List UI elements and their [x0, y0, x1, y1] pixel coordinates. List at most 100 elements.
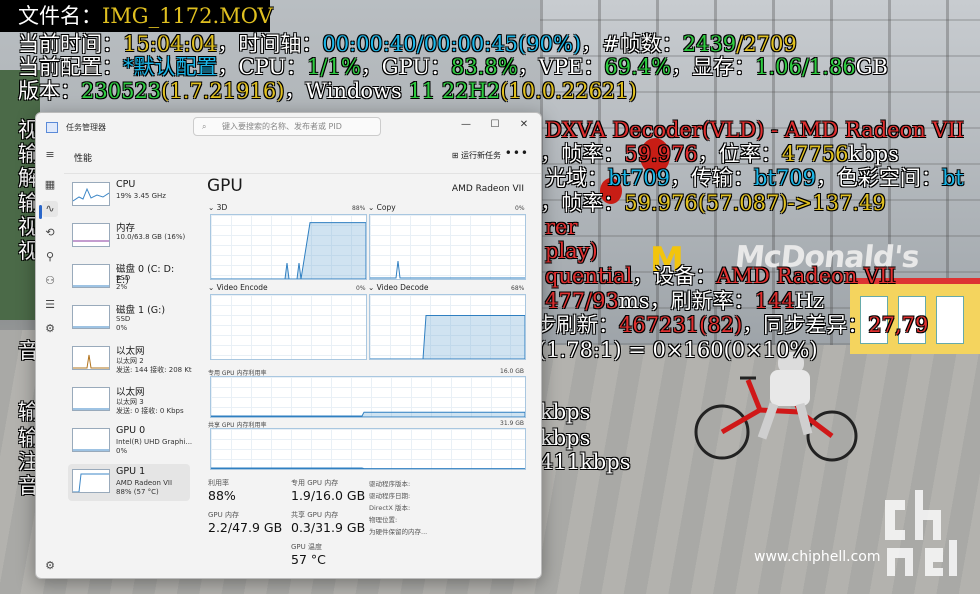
task-manager-icon [46, 122, 58, 133]
shared-gpu-memory-label: 共享 GPU 内存 [291, 511, 339, 519]
close-button[interactable]: ✕ [511, 116, 537, 134]
menu-icon[interactable]: ≡ [42, 147, 58, 163]
mini-graph [72, 387, 110, 411]
usage-line [370, 260, 525, 279]
shared-memory-max: 31.9 GB [500, 420, 525, 427]
osd-display: play) [545, 239, 598, 263]
osd-color-info: 光域：bt709，传输：bt709，色彩空间：bt [545, 166, 964, 190]
item-detail: 发送: 144 接收: 208 Kt [116, 366, 192, 374]
osd-latency: 477/93ms，刷新率：144Hz [545, 289, 825, 313]
chiphell-logo [885, 490, 957, 576]
performance-icon[interactable]: ∿ [42, 201, 58, 217]
osd-aspect: (1.78:1) = 0×160(0×10%) [538, 338, 818, 362]
resource-cpu[interactable]: CPU 19% 3.45 GHz [68, 177, 190, 214]
gpu-memory-value: 2.2/47.9 GB [208, 520, 283, 535]
graph-copy [369, 214, 526, 280]
shared-gpu-memory-value: 0.3/31.9 GB [291, 520, 366, 535]
graph-dedicated-memory [210, 376, 526, 418]
resource-ethernet-2[interactable]: 以太网 以太网 2 发送: 144 接收: 208 Kt [68, 341, 192, 378]
engine-selector-copy[interactable]: ⌄ Copy [368, 203, 396, 212]
item-subtitle: SSD [116, 274, 131, 282]
item-title: CPU [116, 179, 136, 190]
app-history-icon[interactable]: ⟲ [42, 225, 58, 241]
item-detail: 0% [116, 447, 128, 455]
title-bar[interactable]: 任务管理器 ⌕ 键入要搜索的名称、发布者或 PID — ☐ ✕ [36, 113, 541, 141]
item-title: 磁盘 1 (G:) [116, 305, 166, 316]
item-title: 内存 [116, 223, 136, 234]
search-input[interactable]: ⌕ 键入要搜索的名称、发布者或 PID [193, 117, 381, 136]
dedicated-memory-max: 16.0 GB [500, 368, 525, 375]
osd-config-line: 当前配置：*默认配置，CPU：1/1%，GPU：83.8%，VPE：69.4%，… [18, 55, 888, 79]
resource-disk-1[interactable]: 磁盘 1 (G:) SSD 0% [68, 300, 190, 337]
osd-audio-bitrate-2: kbps [540, 426, 591, 450]
sidebar: ≡ ▦ ∿ ⟲ ⚲ ⚇ ☰ ⚙ ⚙ [36, 141, 64, 578]
item-subtitle: 10.0/63.8 GB (16%) [116, 233, 186, 241]
driver-version-label: 驱动程序版本: [369, 480, 411, 488]
item-detail: 2% [116, 283, 128, 291]
mini-graph [72, 346, 110, 370]
selection-indicator [39, 205, 42, 219]
item-title: 以太网 [116, 346, 145, 357]
resource-list: CPU 19% 3.45 GHz 内存 10.0/63.8 GB (16%) 磁盘 0 … [66, 175, 193, 578]
osd-version-line: 版本：230523(1.7.21916)，Windows 11 22H2(10.… [18, 79, 637, 103]
usage-area [211, 222, 366, 279]
item-subtitle: SSD [116, 315, 131, 323]
gpu-memory-label: GPU 内存 [208, 511, 239, 519]
gpu-detail-panel: GPU AMD Radeon VII ⌄ 3D 88% ⌄ Copy 0% ⌄ … [206, 175, 528, 578]
mini-graph [72, 428, 110, 452]
maximize-button[interactable]: ☐ [482, 116, 508, 134]
dedicated-gpu-memory-value: 1.9/16.0 GB [291, 488, 366, 503]
osd-file-label: 文件名： [18, 4, 102, 28]
engine-pct-3d: 88% [352, 205, 366, 212]
processes-icon[interactable]: ▦ [42, 177, 58, 193]
services-icon[interactable]: ⚙ [42, 321, 58, 337]
item-detail: 0% [116, 324, 128, 332]
osd-device: quential，设备：AMD Radeon VII [545, 264, 896, 288]
engine-selector-video-decode[interactable]: ⌄ Video Decode [368, 283, 429, 292]
osd-file-bar: 文件名：IMG_1172.MOV [0, 0, 273, 32]
run-task-label: 运行新任务 [461, 151, 501, 160]
users-icon[interactable]: ⚇ [42, 273, 58, 289]
resource-memory[interactable]: 内存 10.0/63.8 GB (16%) [68, 218, 190, 255]
settings-icon[interactable]: ⚙ [42, 558, 58, 574]
graph-video-encode [210, 294, 367, 360]
usage-area [211, 411, 525, 417]
osd-audio-bitrate-1: kbps [540, 400, 591, 424]
page-header: 性能 ⊞ 运行新任务 ••• [64, 141, 541, 174]
osd-fps-bitrate: )，帧率：59.976，位率：47756kbps [532, 142, 899, 166]
item-title: GPU 1 [116, 466, 146, 477]
startup-icon[interactable]: ⚲ [42, 249, 58, 265]
usage-area [211, 467, 525, 469]
item-subtitle: AMD Radeon VII [116, 479, 173, 487]
details-icon[interactable]: ☰ [42, 297, 58, 313]
mini-graph [72, 264, 110, 288]
item-title: GPU 0 [116, 425, 146, 436]
more-options-button[interactable]: ••• [505, 146, 529, 160]
resource-gpu-1[interactable]: GPU 1 AMD Radeon VII 88% (57 °C) [68, 464, 190, 501]
mini-graph [72, 182, 110, 206]
resource-gpu-0[interactable]: GPU 0 Intel(R) UHD Graphi... 0% [68, 423, 192, 460]
resource-disk-0[interactable]: 磁盘 0 (C: D: E:) SSD 2% [68, 259, 190, 296]
osd-audio-bitrate-3: 411kbps [540, 450, 631, 474]
engine-selector-video-encode[interactable]: ⌄ Video Encode [208, 283, 268, 292]
utilization-value: 88% [208, 488, 236, 503]
osd-sync: 步刷新：467231(82)，同步差异：27,79 [535, 313, 929, 337]
graph-shared-memory [210, 428, 526, 470]
minimize-button[interactable]: — [453, 116, 479, 134]
item-title: 以太网 [116, 387, 145, 398]
task-manager-window[interactable]: 任务管理器 ⌕ 键入要搜索的名称、发布者或 PID — ☐ ✕ ≡ ▦ ∿ ⟲ … [35, 112, 542, 579]
item-detail: 88% (57 °C) [116, 488, 159, 496]
item-detail: 发送: 0 接收: 0 Kbps [116, 407, 184, 415]
utilization-label: 利用率 [208, 479, 229, 487]
child-on-bicycle [694, 352, 858, 462]
osd-renderer: rer [545, 215, 578, 239]
graph-video-decode [369, 294, 526, 360]
item-subtitle: 19% 3.45 GHz [116, 192, 166, 200]
directx-version-label: DirectX 版本: [369, 504, 411, 512]
resource-ethernet-3[interactable]: 以太网 以太网 3 发送: 0 接收: 0 Kbps [68, 382, 190, 419]
osd-file-line: 文件名：IMG_1172.MOV [18, 3, 273, 29]
search-icon: ⌕ [202, 122, 207, 131]
mini-graph [72, 223, 110, 247]
run-new-task-button[interactable]: ⊞ 运行新任务 [452, 150, 501, 161]
engine-selector-3d[interactable]: ⌄ 3D [208, 203, 227, 212]
